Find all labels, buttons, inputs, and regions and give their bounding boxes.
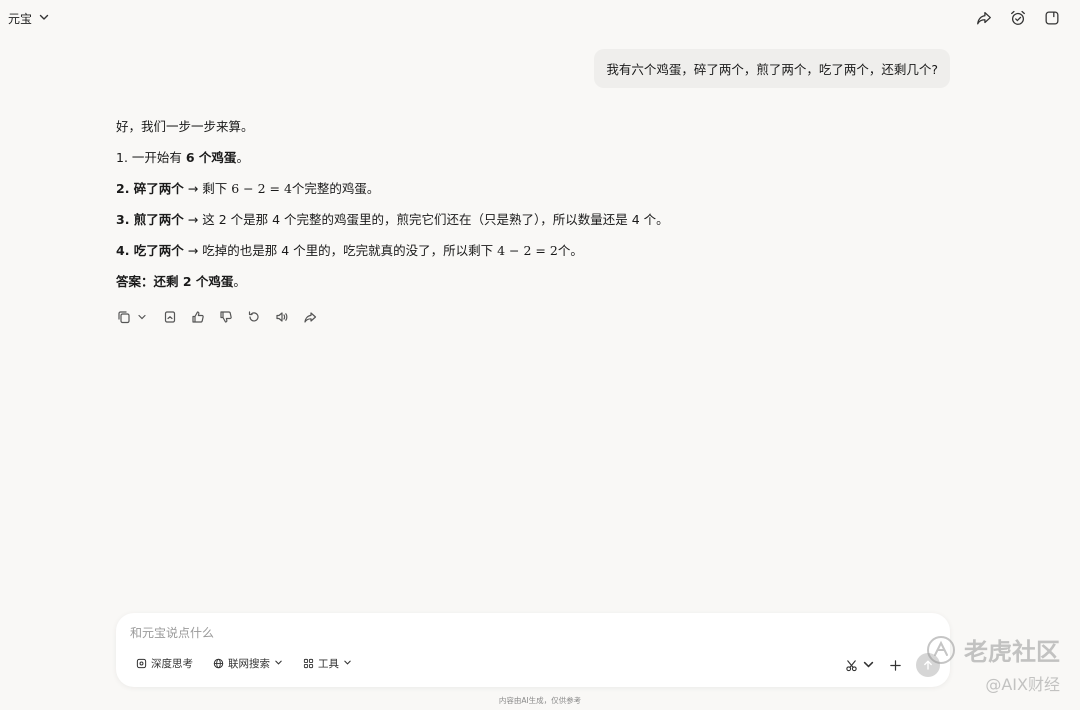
- deep-think-toggle[interactable]: 深度思考: [136, 656, 193, 671]
- copy-options-button[interactable]: [134, 309, 149, 324]
- scissors-menu-button[interactable]: [845, 656, 875, 675]
- plus-icon: [890, 659, 901, 671]
- refresh-icon: [248, 310, 259, 321]
- regenerate-button[interactable]: [246, 309, 261, 324]
- assistant-answer: 好，我们一步一步来算。 1. 一开始有 6 个鸡蛋。 2. 碎了两个 → 剩下 …: [116, 118, 936, 304]
- scissors-icon: [846, 659, 857, 671]
- web-search-toggle[interactable]: 联网搜索: [213, 656, 283, 671]
- web-search-label: 联网搜索: [228, 658, 270, 670]
- app-switcher[interactable]: 元宝: [8, 10, 50, 27]
- grid-icon: [303, 658, 314, 669]
- speaker-icon: [275, 311, 287, 322]
- chevron-down-icon: [274, 658, 283, 670]
- composer: 深度思考 联网搜索 工具: [116, 613, 950, 687]
- add-attachment-button[interactable]: [889, 659, 902, 672]
- top-bar: 元宝: [0, 0, 1080, 38]
- watermark-title: 老虎社区: [964, 638, 1060, 666]
- share-icon: [977, 11, 991, 25]
- thumbs-up-icon: [191, 310, 204, 323]
- chevron-down-icon: [137, 314, 146, 319]
- watermark-handle: @AIX财经: [985, 675, 1060, 694]
- answer-step-3: 3. 煎了两个 → 这 2 个是那 4 个完整的鸡蛋里的，煎完它们还在（只是熟了…: [116, 212, 669, 227]
- chevron-down-icon: [343, 658, 352, 670]
- answer-step-1: 1. 一开始有 6 个鸡蛋。: [116, 150, 249, 165]
- math-expression: 4 − 2 = 2: [497, 243, 558, 258]
- thumbs-up-button[interactable]: [190, 309, 205, 324]
- answer-conclusion: 答案：还剩 2 个鸡蛋。: [116, 274, 246, 289]
- deep-think-icon: [136, 658, 147, 669]
- app-name: 元宝: [8, 12, 33, 26]
- alarm-button[interactable]: [1008, 8, 1028, 28]
- copy-icon: [117, 310, 130, 323]
- globe-icon: [213, 658, 224, 669]
- answer-intro: 好，我们一步一步来算。: [116, 119, 254, 134]
- tools-label: 工具: [318, 658, 339, 670]
- read-aloud-button[interactable]: [274, 309, 289, 324]
- message-actions: [116, 309, 317, 324]
- deep-think-label: 深度思考: [151, 658, 193, 670]
- thumbs-down-icon: [219, 310, 232, 323]
- alarm-clock-icon: [1011, 10, 1025, 25]
- share-message-button[interactable]: [302, 309, 317, 324]
- answer-step-4: 4. 吃了两个 → 吃掉的也是那 4 个里的，吃完就真的没了，所以剩下 4 − …: [116, 243, 583, 258]
- user-message-bubble: 我有六个鸡蛋，碎了两个，煎了两个，吃了两个，还剩几个?: [594, 49, 950, 88]
- copy-button[interactable]: [116, 309, 131, 324]
- thumbs-down-button[interactable]: [218, 309, 233, 324]
- tools-menu-button[interactable]: 工具: [303, 656, 352, 671]
- chevron-down-icon: [38, 11, 50, 26]
- new-chat-icon: [1045, 11, 1059, 25]
- bookmark-icon: [164, 310, 175, 323]
- user-message-text: 我有六个鸡蛋，碎了两个，煎了两个，吃了两个，还剩几个?: [606, 62, 938, 77]
- share-icon: [303, 311, 316, 323]
- message-input[interactable]: [130, 623, 830, 643]
- ai-disclaimer: 内容由AI生成，仅供参考: [498, 696, 582, 705]
- new-chat-button[interactable]: [1042, 8, 1062, 28]
- math-expression: 6 − 2 = 4: [231, 181, 292, 196]
- share-button[interactable]: [974, 8, 994, 28]
- answer-step-2: 2. 碎了两个 → 剩下 6 − 2 = 4个完整的鸡蛋。: [116, 181, 380, 196]
- tiger-logo-icon: [927, 635, 955, 664]
- chevron-down-icon: [862, 656, 875, 675]
- bookmark-button[interactable]: [162, 309, 177, 324]
- watermark: 老虎社区 @AIX财经: [926, 632, 1060, 695]
